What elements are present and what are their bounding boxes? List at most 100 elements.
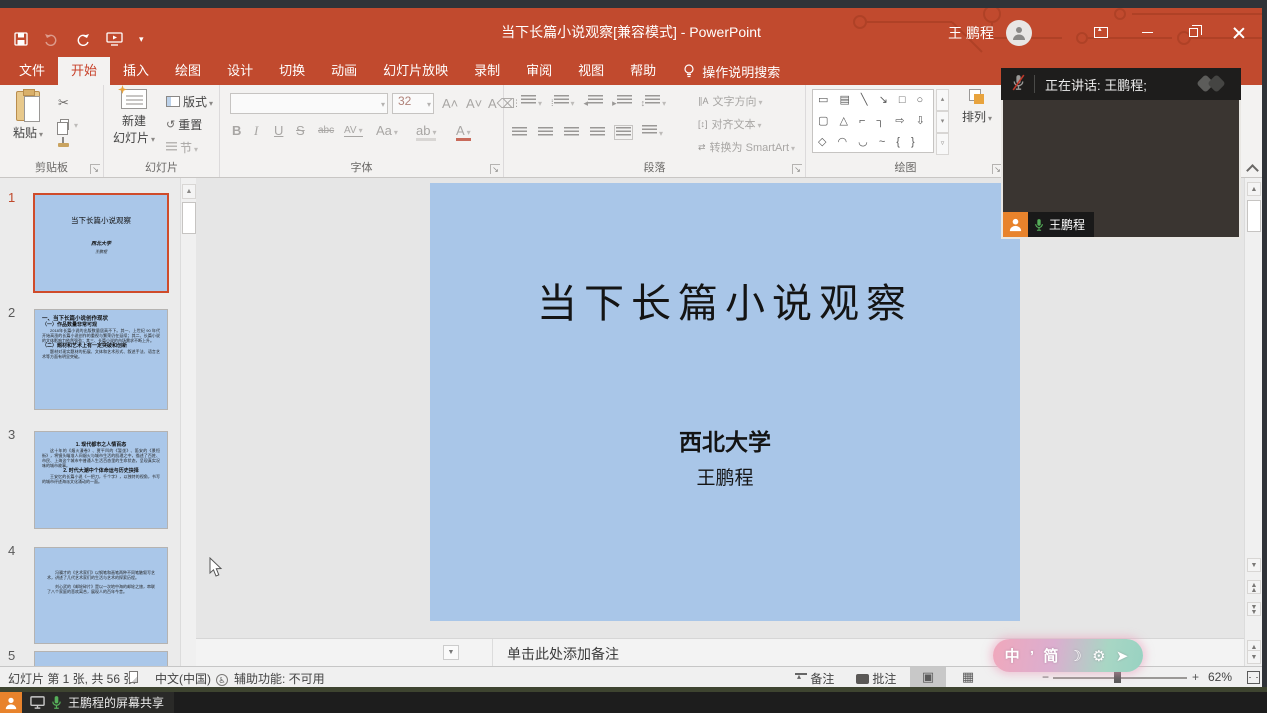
increase-indent-button[interactable]: ▸ <box>612 95 632 109</box>
next-slide-button[interactable]: ▼▼ <box>1247 602 1261 616</box>
tab-transitions[interactable]: 切换 <box>266 57 318 85</box>
account-area[interactable]: 王 鹏程 <box>948 20 1032 46</box>
slide-canvas[interactable]: 当下长篇小说观察 西北大学 王鹏程 <box>430 183 1020 621</box>
copy-button[interactable] <box>56 117 78 131</box>
tab-help[interactable]: 帮助 <box>617 57 669 85</box>
slide-editor-area[interactable]: 当下长篇小说观察 西北大学 王鹏程 <box>196 178 1244 638</box>
scroll-up-icon[interactable]: ▲ <box>1247 182 1261 196</box>
decrease-indent-button[interactable]: ◂ <box>584 95 604 109</box>
columns-button[interactable] <box>642 125 663 139</box>
notes-placeholder[interactable]: 单击此处添加备注 <box>507 644 619 664</box>
line-spacing-button[interactable]: ↕ <box>641 95 667 109</box>
grow-font-button[interactable]: A˄ <box>442 96 458 111</box>
reset-button[interactable]: ↺重置 <box>166 116 202 133</box>
italic-button[interactable]: I <box>254 123 258 139</box>
double-strike-button[interactable]: abc <box>318 125 334 136</box>
slide-counter[interactable]: 幻灯片 第 1 张, 共 56 张 <box>8 670 135 687</box>
zoom-level[interactable]: 62% <box>1208 670 1232 684</box>
notes-scroll-down-icon[interactable]: ▼ <box>1247 650 1261 664</box>
slide-title[interactable]: 当下长篇小说观察 <box>430 271 1020 329</box>
tab-file[interactable]: 文件 <box>6 57 58 85</box>
tell-me-search[interactable]: 操作说明搜索 <box>683 57 780 85</box>
cut-button[interactable]: ✂ <box>58 95 69 111</box>
fit-slide-to-window-button[interactable] <box>1247 671 1260 684</box>
previous-slide-button[interactable]: ▲▲ <box>1247 580 1261 594</box>
tab-draw[interactable]: 绘图 <box>162 57 214 85</box>
paragraph-dialog-launcher[interactable]: ↘ <box>792 164 802 174</box>
thumbnail-slide-2[interactable]: 一、当下长篇小说创作现状 （一）作品数量非常可观 2018年长篇小说的出版数量居… <box>35 310 167 409</box>
shrink-font-button[interactable]: A˅ <box>466 96 482 111</box>
paste-button[interactable]: 粘贴 <box>4 89 52 141</box>
clipboard-dialog-launcher[interactable]: ↘ <box>90 164 100 174</box>
tab-view[interactable]: 视图 <box>565 57 617 85</box>
powerpoint-titlebar[interactable]: ▾ 当下长篇小说观察[兼容模式] - PowerPoint 王 鹏程 <box>0 8 1262 57</box>
numbering-button[interactable]: ⁞ <box>551 95 575 109</box>
tab-home[interactable]: 开始 <box>58 57 110 85</box>
close-button[interactable] <box>1216 8 1262 57</box>
editor-scrollbar[interactable]: ▲ ▼ ▲▲ ▼▼ ▲ ▼ <box>1244 178 1262 666</box>
font-color-button[interactable]: A <box>456 123 471 141</box>
tab-design[interactable]: 设计 <box>214 57 266 85</box>
character-spacing-button[interactable]: AV <box>344 125 363 137</box>
meeting-overlay-panel[interactable]: 正在讲话: 王鹏程; 王鹏程 <box>1001 68 1241 239</box>
align-left-button[interactable] <box>512 127 527 138</box>
screen-share-indicator[interactable]: 王鹏程的屏幕共享 <box>22 692 174 713</box>
scroll-down-icon[interactable]: ▼ <box>1247 558 1261 572</box>
text-highlight-button[interactable]: ab <box>416 123 436 141</box>
thumbnail-scrollbar[interactable]: ▲ <box>180 178 196 666</box>
thumbnail-scroll-up-icon[interactable]: ▲ <box>182 184 196 199</box>
zoom-in-button[interactable]: + <box>1192 670 1199 684</box>
layout-button[interactable]: 版式 <box>166 93 213 110</box>
bold-button[interactable]: B <box>232 123 241 138</box>
slide-sorter-view-button[interactable]: ▦ <box>950 667 986 687</box>
meeting-overlay-header[interactable]: 正在讲话: 王鹏程; <box>1001 68 1241 100</box>
tab-review[interactable]: 审阅 <box>513 57 565 85</box>
slide-author[interactable]: 王鹏程 <box>430 463 1020 490</box>
text-direction-button[interactable]: ∥A文字方向 <box>698 93 763 109</box>
convert-smartart-button[interactable]: ⇄转换为 SmartArt <box>698 139 795 155</box>
restore-button[interactable] <box>1170 8 1216 57</box>
shapes-more-icon[interactable]: ▿ <box>936 133 949 155</box>
shapes-scroll-down-icon[interactable]: ▾ <box>936 111 949 133</box>
zoom-out-button[interactable]: − <box>1042 670 1049 684</box>
slide-organization[interactable]: 西北大学 <box>430 423 1020 457</box>
font-dialog-launcher[interactable]: ↘ <box>490 164 500 174</box>
justify-button[interactable] <box>590 127 605 138</box>
meeting-video-tile[interactable]: 王鹏程 <box>1001 100 1241 239</box>
mic-muted-icon[interactable] <box>1012 74 1025 94</box>
shapes-scroll-up-icon[interactable]: ▴ <box>936 89 949 111</box>
normal-view-button[interactable]: ▣ <box>910 667 946 687</box>
strikethrough-button[interactable]: S <box>296 123 305 138</box>
language-indicator[interactable]: 中文(中国) <box>155 670 211 687</box>
ribbon-display-options-button[interactable] <box>1078 8 1124 57</box>
comments-toggle-button[interactable]: 批注 <box>856 670 896 687</box>
tab-insert[interactable]: 插入 <box>110 57 162 85</box>
avatar[interactable] <box>1006 20 1032 46</box>
tab-animations[interactable]: 动画 <box>318 57 370 85</box>
accessibility-status[interactable]: 辅助功能: 不可用 <box>234 670 325 687</box>
align-center-button[interactable] <box>538 127 553 138</box>
font-size-combo[interactable]: 32▾ <box>392 93 434 114</box>
minimize-button[interactable] <box>1124 8 1170 57</box>
bullets-button[interactable]: ⋮ <box>512 95 542 109</box>
new-slide-button[interactable]: 新建 幻灯片 <box>110 89 158 146</box>
ime-status-pill[interactable]: 中 ’ 简 ☽ ⚙ ➤ <box>993 639 1143 672</box>
thumbnail-slide-4[interactable]: 冯骥才的《艺术家们》以钢笔和画笔两种不同笔触叙写艺术，讲述了几代艺术家们的生活与… <box>35 548 167 643</box>
arrange-button[interactable]: 排列 <box>954 89 1000 125</box>
thumbnail-slide-5[interactable] <box>35 652 167 666</box>
distribute-button[interactable] <box>616 127 631 138</box>
shapes-gallery[interactable]: ▭ ▤ ╲ ↘ □ ○ ▢ △ ⌐ ┐ ⇨ ⇩ ◇ ◠ ◡ ~ { } <box>812 89 934 153</box>
editor-scrollbar-thumb[interactable] <box>1247 200 1261 232</box>
tab-slideshow[interactable]: 幻灯片放映 <box>370 57 461 85</box>
thumbnail-slide-1[interactable]: 当下长篇小说观察 西北大学 王鹏程 <box>35 195 167 291</box>
thumbnail-slide-3[interactable]: 1. 现代都市之人情百态 这十年的《烟火漫卷》、贾平凹的《暂坐》、笛安的《景恒街… <box>35 432 167 528</box>
align-right-button[interactable] <box>564 127 579 138</box>
change-case-button[interactable]: Aa <box>376 123 398 138</box>
font-name-combo[interactable]: ▾ <box>230 93 388 114</box>
notes-toggle-button[interactable]: 备注 <box>795 670 834 687</box>
format-painter-button[interactable] <box>58 139 69 147</box>
underline-button[interactable]: U <box>274 123 283 138</box>
share-participant-icon[interactable] <box>0 692 22 713</box>
zoom-slider-thumb[interactable] <box>1114 672 1121 683</box>
thumbnail-scrollbar-thumb[interactable] <box>182 202 196 234</box>
